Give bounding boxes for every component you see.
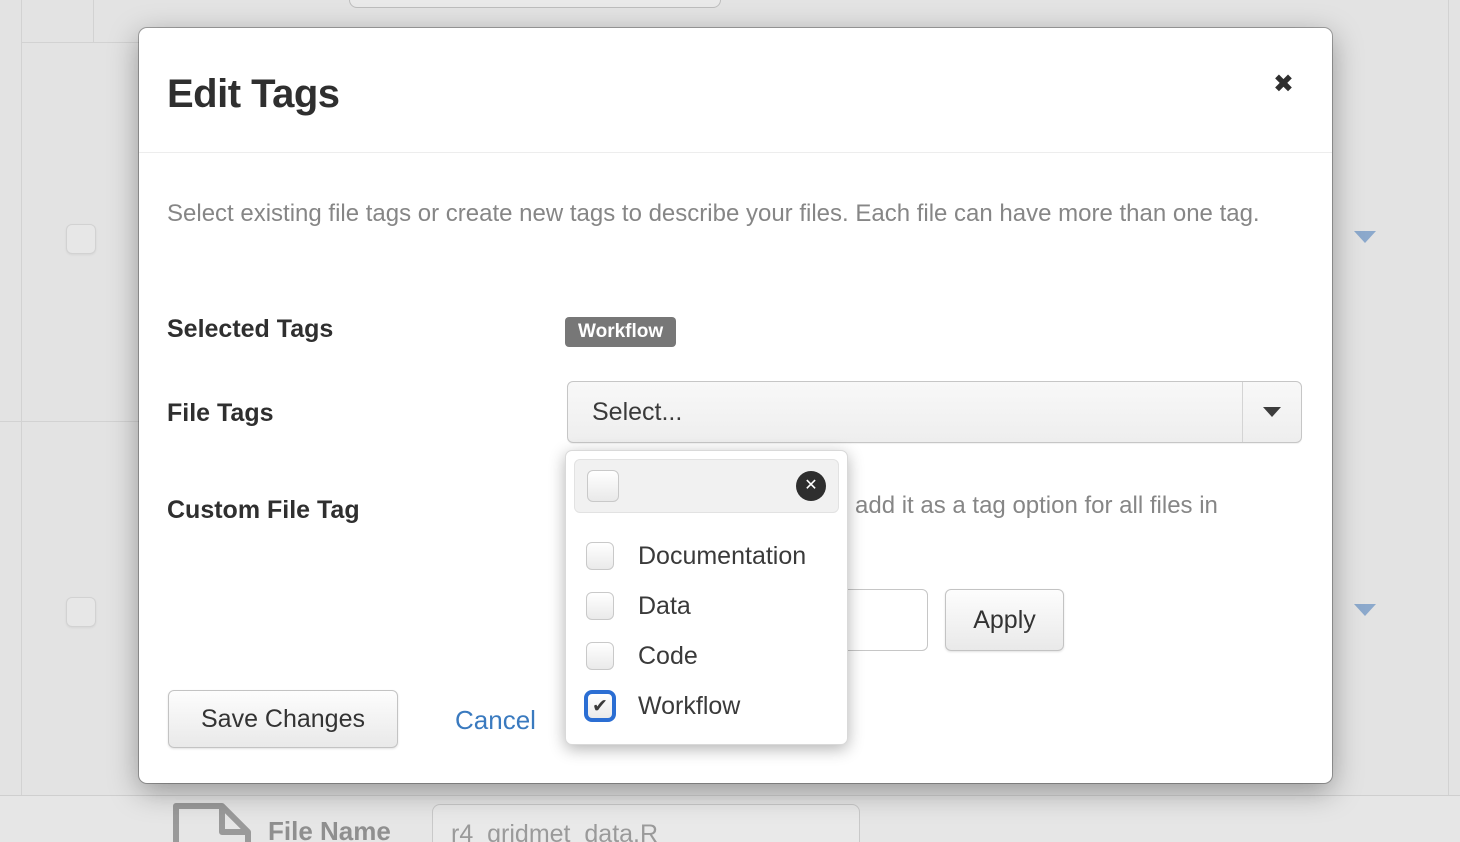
row-checkbox[interactable] xyxy=(66,224,96,254)
selected-tags-label: Selected Tags xyxy=(167,315,333,344)
background-input-partial xyxy=(349,0,721,8)
table-grid-line xyxy=(93,0,94,42)
modal-title: Edit Tags xyxy=(167,72,340,117)
checkbox-icon[interactable] xyxy=(586,592,614,620)
file-name-label: File Name xyxy=(268,816,391,842)
dropdown-options-list: Documentation Data Code Workflow xyxy=(566,531,847,731)
table-grid-line xyxy=(1448,0,1449,842)
dropdown-option-code[interactable]: Code xyxy=(566,631,847,681)
file-icon xyxy=(170,800,254,842)
dropdown-option-documentation[interactable]: Documentation xyxy=(566,531,847,581)
table-grid-line xyxy=(0,421,139,422)
row-expand-caret-icon[interactable] xyxy=(1354,231,1376,243)
file-tags-select-value: Select... xyxy=(568,398,1242,427)
checkbox-checked-icon[interactable] xyxy=(584,690,616,722)
close-icon[interactable]: ✖ xyxy=(1273,72,1294,97)
option-label: Code xyxy=(638,642,698,671)
cancel-link[interactable]: Cancel xyxy=(455,705,536,736)
row-checkbox[interactable] xyxy=(66,597,96,627)
option-label: Documentation xyxy=(638,542,806,571)
file-tags-dropdown-panel: ✕ Documentation Data Code Workflow xyxy=(565,450,848,745)
checkbox-icon[interactable] xyxy=(586,642,614,670)
apply-button[interactable]: Apply xyxy=(945,589,1064,651)
option-label: Workflow xyxy=(638,692,740,721)
checkbox-icon[interactable] xyxy=(586,542,614,570)
select-caret-box[interactable] xyxy=(1242,382,1301,442)
chevron-down-icon xyxy=(1263,407,1281,417)
dropdown-option-workflow[interactable]: Workflow xyxy=(566,681,847,731)
custom-tag-hint: add it as a tag option for all files in xyxy=(855,492,1305,520)
custom-file-tag-label: Custom File Tag xyxy=(167,496,360,525)
clear-selection-icon[interactable]: ✕ xyxy=(796,471,826,501)
file-tags-label: File Tags xyxy=(167,399,274,428)
option-label: Data xyxy=(638,592,691,621)
select-all-checkbox[interactable] xyxy=(587,470,619,502)
dropdown-option-data[interactable]: Data xyxy=(566,581,847,631)
file-tags-select[interactable]: Select... xyxy=(567,381,1302,443)
selected-tag-badge: Workflow xyxy=(565,317,676,347)
modal-description: Select existing file tags or create new … xyxy=(167,194,1292,234)
dropdown-filter-bar: ✕ xyxy=(574,459,839,513)
save-changes-button[interactable]: Save Changes xyxy=(168,690,398,748)
table-grid-line xyxy=(21,42,139,43)
page: File Name Edit Tags ✖ Select existing fi… xyxy=(0,0,1460,842)
file-name-input[interactable] xyxy=(432,804,860,842)
header-divider xyxy=(139,152,1332,153)
row-expand-caret-icon[interactable] xyxy=(1354,604,1376,616)
